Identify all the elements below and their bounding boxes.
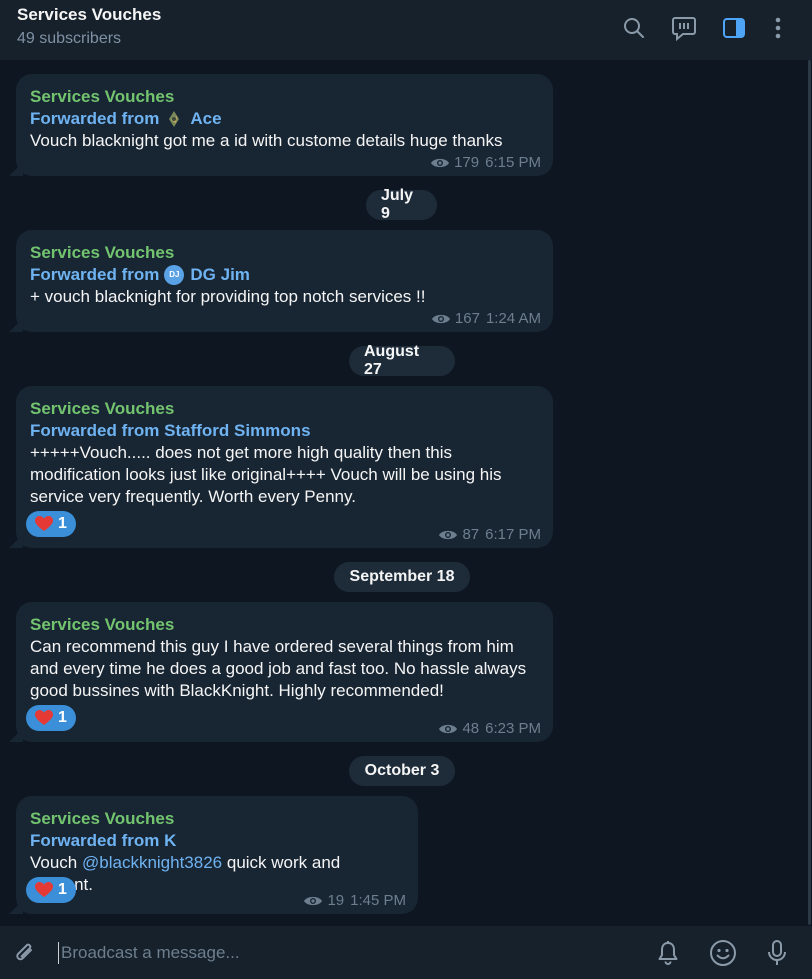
scrollbar[interactable] bbox=[808, 60, 812, 926]
forward-avatar-icon bbox=[164, 109, 184, 129]
message-meta: 179 6:15 PM bbox=[430, 154, 541, 171]
reaction-count: 1 bbox=[58, 709, 67, 726]
side-panel-icon[interactable] bbox=[720, 14, 748, 42]
view-count: 48 bbox=[462, 720, 480, 737]
search-icon[interactable] bbox=[620, 14, 648, 42]
subscriber-count: 49 subscribers bbox=[17, 30, 122, 47]
message-text: Can recommend this guy I have ordered se… bbox=[30, 637, 527, 700]
microphone-icon[interactable] bbox=[762, 938, 792, 968]
message-list[interactable]: Services Vouches Forwarded from Ace Vouc… bbox=[0, 60, 812, 926]
message-bubble[interactable]: Services Vouches Forwarded from K Vouch … bbox=[9, 796, 418, 914]
message-time: 6:15 PM bbox=[485, 154, 541, 171]
forward-name: DG Jim bbox=[190, 265, 250, 284]
message-meta: 48 6:23 PM bbox=[438, 720, 541, 737]
sender-name[interactable]: Services Vouches bbox=[30, 242, 539, 264]
message-meta: 19 1:45 PM bbox=[303, 892, 406, 909]
heart-icon bbox=[35, 710, 54, 725]
more-vert-icon[interactable] bbox=[764, 14, 792, 42]
reaction-count: 1 bbox=[58, 515, 67, 532]
date-separator: October 3 bbox=[349, 756, 455, 786]
reaction-heart[interactable]: 1 bbox=[26, 705, 76, 731]
forward-label: Forwarded from bbox=[30, 265, 160, 284]
message-text: + vouch blacknight for providing top not… bbox=[30, 287, 426, 306]
message-time: 6:23 PM bbox=[485, 720, 541, 737]
eye-icon bbox=[431, 314, 450, 323]
emoji-icon[interactable] bbox=[708, 938, 738, 968]
sender-name[interactable]: Services Vouches bbox=[30, 86, 539, 108]
eye-icon bbox=[431, 158, 450, 167]
message-text: Vouch @blackknight3826 quick work and ef… bbox=[30, 853, 341, 894]
sender-name[interactable]: Services Vouches bbox=[30, 614, 539, 636]
channel-title[interactable]: Services Vouches bbox=[17, 5, 161, 25]
message-bubble[interactable]: Services Vouches Forwarded from DJ DG Ji… bbox=[9, 230, 553, 332]
message-bubble[interactable]: Services Vouches Can recommend this guy … bbox=[9, 602, 553, 742]
reaction-heart[interactable]: 1 bbox=[26, 511, 76, 537]
message-input[interactable] bbox=[58, 942, 621, 964]
bell-icon[interactable] bbox=[653, 938, 683, 968]
heart-icon bbox=[35, 882, 54, 897]
eye-icon bbox=[439, 724, 458, 733]
eye-icon bbox=[439, 530, 458, 539]
message-composer bbox=[0, 926, 812, 979]
message-text: +++++Vouch..... does not get more high q… bbox=[30, 443, 502, 506]
comments-icon[interactable] bbox=[670, 14, 698, 42]
view-count: 167 bbox=[454, 310, 480, 327]
message-bubble[interactable]: Services Vouches Forwarded from Stafford… bbox=[9, 386, 553, 548]
message-bubble[interactable]: Services Vouches Forwarded from Ace Vouc… bbox=[9, 74, 553, 176]
chat-header: Services Vouches 49 subscribers bbox=[0, 0, 812, 60]
user-mention-link[interactable]: @blackknight3826 bbox=[82, 853, 222, 872]
view-count: 179 bbox=[454, 154, 480, 171]
forwarded-from[interactable]: Forwarded from Ace bbox=[30, 108, 539, 130]
message-text: Vouch blacknight got me a id with custom… bbox=[30, 131, 503, 150]
forward-name: Ace bbox=[190, 109, 222, 128]
forwarded-from[interactable]: Forwarded from DJ DG Jim bbox=[30, 264, 539, 286]
message-time: 1:45 PM bbox=[350, 892, 406, 909]
message-time: 6:17 PM bbox=[485, 526, 541, 543]
forwarded-from[interactable]: Forwarded from Stafford Simmons bbox=[30, 420, 539, 442]
date-separator: August 27 bbox=[349, 343, 455, 378]
view-count: 87 bbox=[462, 526, 480, 543]
message-meta: 167 1:24 AM bbox=[431, 310, 541, 327]
heart-icon bbox=[35, 516, 54, 531]
forwarded-from[interactable]: Forwarded from K bbox=[30, 830, 404, 852]
sender-name[interactable]: Services Vouches bbox=[30, 398, 539, 420]
view-count: 19 bbox=[327, 892, 345, 909]
reaction-count: 1 bbox=[58, 881, 67, 898]
date-separator: July 9 bbox=[366, 187, 437, 222]
date-separator: September 18 bbox=[334, 562, 470, 592]
sender-name[interactable]: Services Vouches bbox=[30, 808, 404, 830]
reaction-heart[interactable]: 1 bbox=[26, 877, 76, 903]
forward-label: Forwarded from bbox=[30, 109, 160, 128]
forward-avatar: DJ bbox=[164, 265, 185, 285]
attach-icon[interactable] bbox=[10, 938, 40, 968]
message-meta: 87 6:17 PM bbox=[438, 526, 541, 543]
message-time: 1:24 AM bbox=[485, 310, 541, 327]
eye-icon bbox=[304, 896, 323, 905]
scrollbar-thumb[interactable] bbox=[808, 60, 811, 925]
